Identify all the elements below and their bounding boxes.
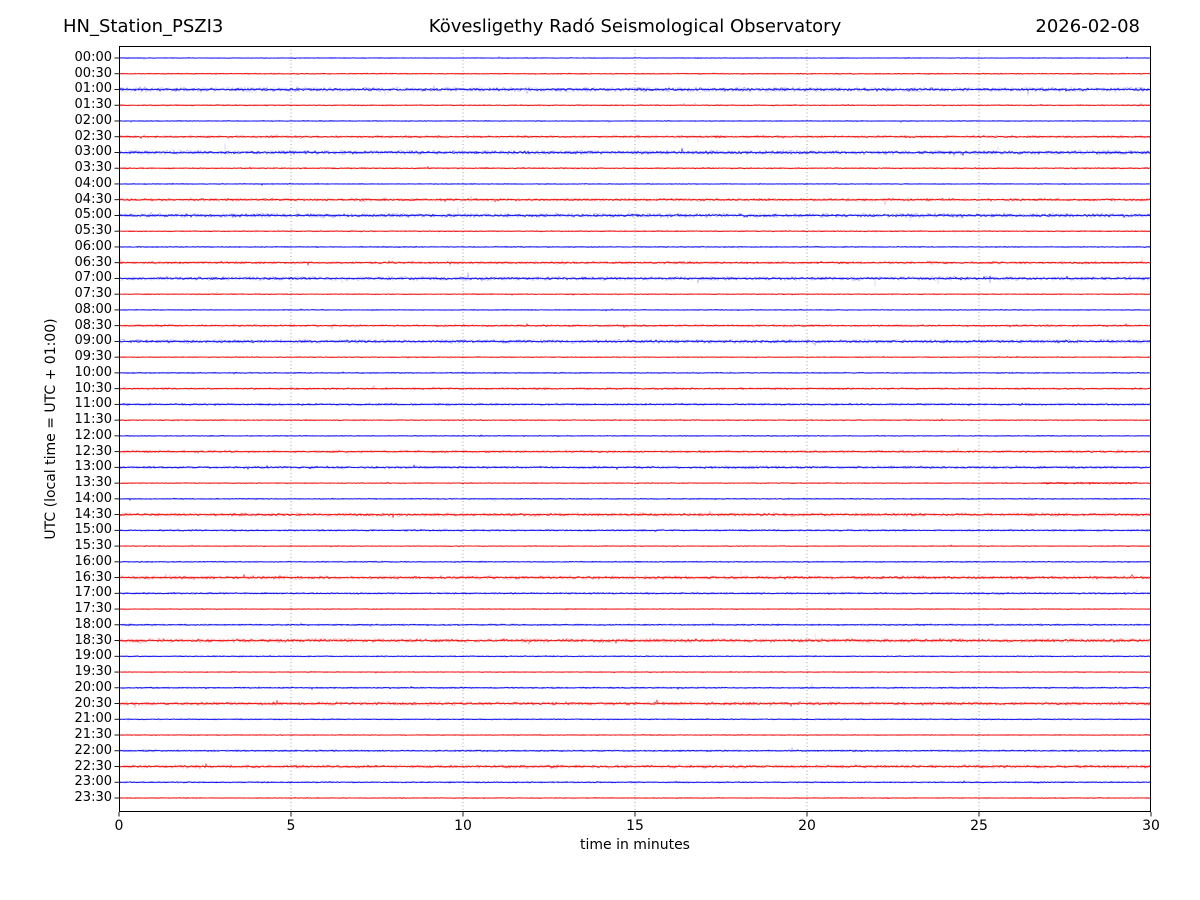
x-axis-label: time in minutes — [580, 837, 690, 853]
y-tick-label: 10:30 — [74, 380, 112, 396]
y-tick-label: 11:30 — [74, 412, 112, 428]
y-tick-label: 16:30 — [74, 569, 112, 585]
y-tick-label: 07:00 — [74, 270, 112, 286]
y-tick-label: 16:00 — [74, 553, 112, 569]
date-title: 2026-02-08 — [1035, 16, 1140, 37]
y-tick-label: 14:00 — [74, 490, 112, 506]
y-tick-label: 04:30 — [74, 191, 112, 207]
y-tick-label: 02:00 — [74, 112, 112, 128]
y-axis-label: UTC (local time = UTC + 01:00) — [43, 318, 59, 540]
y-tick-label: 17:00 — [74, 585, 112, 601]
y-tick-label: 14:30 — [74, 506, 112, 522]
y-tick-label: 21:30 — [74, 727, 112, 743]
y-tick-label: 01:00 — [74, 81, 112, 97]
y-tick-label: 03:30 — [74, 160, 112, 176]
y-tick-label: 09:30 — [74, 349, 112, 365]
y-tick-label: 18:30 — [74, 632, 112, 648]
y-tick-label: 22:30 — [74, 758, 112, 774]
y-tick-label: 13:30 — [74, 475, 112, 491]
y-tick-label: 22:00 — [74, 742, 112, 758]
x-tick-label: 5 — [286, 818, 296, 834]
y-tick-label: 09:00 — [74, 333, 112, 349]
y-tick-label: 12:00 — [74, 427, 112, 443]
y-tick-label: 03:00 — [74, 144, 112, 160]
station-title: HN_Station_PSZI3 — [63, 16, 224, 37]
y-tick-label: 18:00 — [74, 616, 112, 632]
y-tick-label: 21:00 — [74, 711, 112, 727]
y-tick-label: 08:30 — [74, 317, 112, 333]
y-tick-label: 12:30 — [74, 443, 112, 459]
y-tick-label: 19:00 — [74, 648, 112, 664]
x-tick-label: 0 — [114, 818, 124, 834]
y-tick-label: 07:30 — [74, 286, 112, 302]
helicorder-figure: HN_Station_PSZI3 Kövesligethy Radó Seism… — [0, 0, 1200, 900]
y-tick-label: 15:30 — [74, 538, 112, 554]
y-tick-label: 15:00 — [74, 522, 112, 538]
y-tick-label: 06:30 — [74, 254, 112, 270]
y-tick-label: 10:00 — [74, 364, 112, 380]
y-tick-label: 19:30 — [74, 664, 112, 680]
y-tick-label: 05:30 — [74, 223, 112, 239]
y-tick-label: 23:00 — [74, 774, 112, 790]
y-tick-label: 05:00 — [74, 207, 112, 223]
x-tick-label: 10 — [454, 818, 472, 834]
y-tick-label: 11:00 — [74, 396, 112, 412]
observatory-title: Kövesligethy Radó Seismological Observat… — [428, 16, 842, 37]
y-tick-label: 13:00 — [74, 459, 112, 475]
x-tick-label: 20 — [798, 818, 816, 834]
x-tick-label: 15 — [626, 818, 644, 834]
x-tick-label: 30 — [1142, 818, 1160, 834]
y-tick-label: 01:30 — [74, 97, 112, 113]
y-tick-label: 02:30 — [74, 128, 112, 144]
y-tick-label: 17:30 — [74, 601, 112, 617]
y-tick-label: 23:30 — [74, 790, 112, 805]
y-tick-label: 08:00 — [74, 301, 112, 317]
y-tick-label: 20:30 — [74, 695, 112, 711]
y-tick-label: 00:00 — [74, 50, 112, 65]
y-tick-label: 04:00 — [74, 175, 112, 191]
seismogram-traces-canvas — [0, 0, 1200, 900]
x-tick-label: 25 — [970, 818, 988, 834]
y-tick-label: 20:00 — [74, 679, 112, 695]
y-tick-label: 06:00 — [74, 238, 112, 254]
y-tick-label: 00:30 — [74, 65, 112, 81]
